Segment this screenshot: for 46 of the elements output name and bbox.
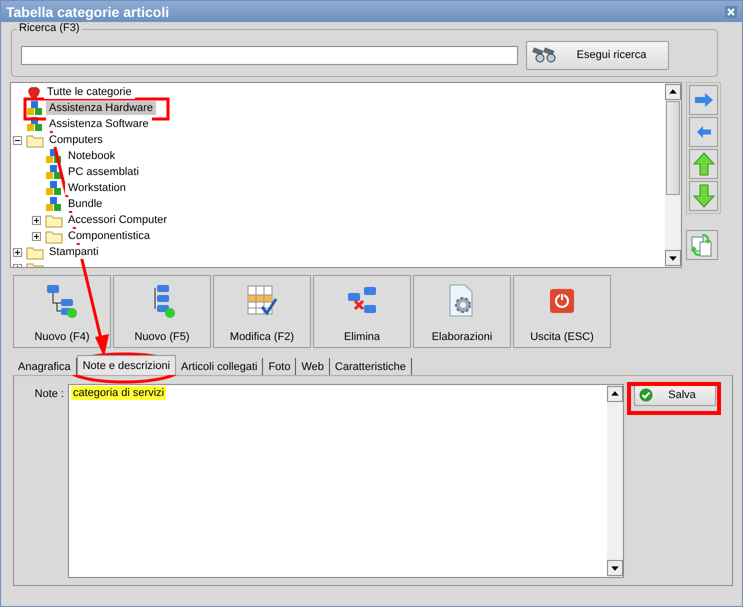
close-icon[interactable] — [725, 6, 737, 18]
tree-item[interactable]: Assistenza Hardware — [46, 101, 156, 115]
folder-icon — [45, 212, 63, 228]
move-button[interactable] — [689, 181, 718, 211]
scroll-down-icon[interactable] — [665, 250, 681, 266]
move-button[interactable] — [689, 117, 718, 147]
expander-icon[interactable] — [32, 216, 41, 224]
down-arrow-icon — [692, 184, 714, 208]
toolbar-button[interactable]: Modifica (F2) — [213, 275, 311, 348]
toolbar-button[interactable]: Nuovo (F4) — [13, 275, 111, 348]
expander-icon[interactable] — [32, 232, 41, 240]
left-arrow-icon — [696, 126, 712, 138]
swap-button[interactable] — [686, 230, 718, 260]
scrollbar[interactable] — [665, 83, 681, 267]
swap-documents-icon — [690, 232, 714, 258]
move-button[interactable] — [689, 85, 718, 115]
cubes-icon — [26, 100, 44, 116]
strawberry-icon — [26, 84, 42, 100]
cubes-icon — [45, 180, 63, 196]
scroll-up-icon[interactable] — [665, 84, 681, 100]
cubes-icon — [26, 116, 44, 132]
expander-icon[interactable] — [13, 248, 22, 256]
expander-icon[interactable] — [13, 136, 22, 144]
right-arrow-icon — [694, 93, 714, 107]
window-title: Tabella categorie articoli — [6, 4, 170, 20]
move-button[interactable] — [689, 149, 718, 179]
toolbar-button[interactable]: Nuovo (F5) — [113, 275, 211, 348]
check-icon — [639, 388, 653, 402]
add-node-icon — [45, 283, 79, 319]
cubes-icon — [45, 196, 63, 212]
group-label: Ricerca (F3) — [17, 22, 82, 34]
folder-icon — [26, 132, 44, 148]
tab[interactable]: Note e descrizioni — [76, 355, 176, 375]
up-arrow-icon — [692, 152, 714, 176]
save-button[interactable]: Salva — [634, 384, 716, 406]
toolbar-button[interactable]: Uscita (ESC) — [513, 275, 611, 348]
toolbar-button[interactable]: Elaborazioni — [413, 275, 511, 348]
tree-item[interactable]: Assistenza Software — [46, 117, 152, 131]
cubes-icon — [45, 164, 63, 180]
toolbar-button[interactable]: Elimina — [313, 275, 411, 348]
search-field[interactable] — [21, 46, 518, 64]
cubes-icon — [45, 148, 63, 164]
tab[interactable]: Articoli collegati — [176, 358, 264, 375]
field-label: Note : — [34, 388, 64, 402]
tree-item[interactable]: Tutte le categorie — [44, 85, 135, 99]
search-button[interactable]: Esegui ricerca — [526, 40, 669, 70]
